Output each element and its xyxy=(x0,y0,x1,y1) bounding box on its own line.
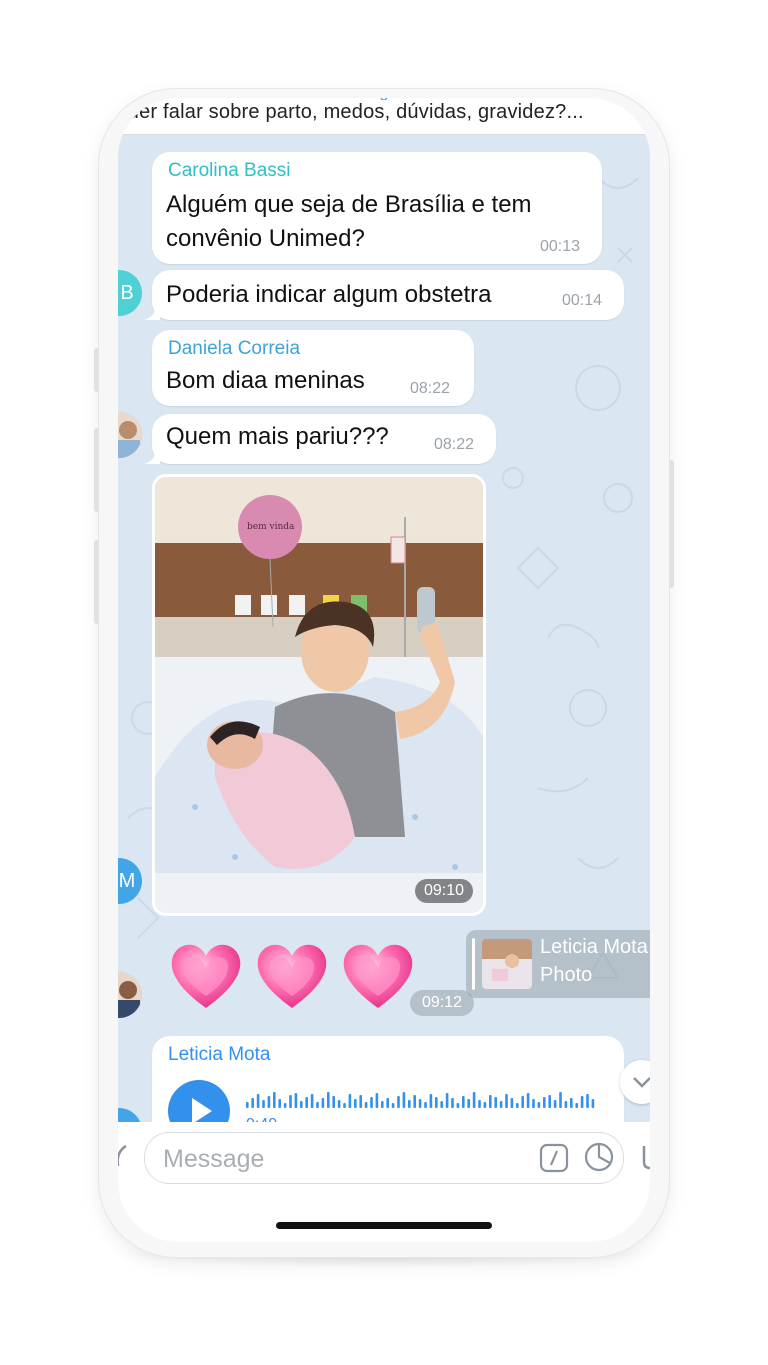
message-time: 00:13 xyxy=(540,238,581,255)
message-text: Alguém que seja de Brasília e tem xyxy=(166,191,532,218)
message-text: convênio Unimed? xyxy=(166,225,365,252)
chat-screen: g Quer falar sobre parto, medos, dúvidas… xyxy=(118,98,650,1242)
voice-waveform xyxy=(246,1092,595,1108)
scroll-down-button[interactable] xyxy=(620,1060,650,1104)
message-bubble[interactable]: Daniela Correia Bom diaa meninas 08:22 xyxy=(152,330,474,406)
sender-name[interactable]: Leticia Mota xyxy=(168,1044,270,1066)
message-input-bar: Message xyxy=(118,1122,650,1242)
command-icon[interactable] xyxy=(539,1143,569,1173)
message-bubble[interactable]: Carolina Bassi Alguém que seja de Brasíl… xyxy=(152,152,602,264)
heart-emoji[interactable] xyxy=(340,938,416,1014)
reply-thumbnail xyxy=(482,939,532,989)
pinned-text: Quer falar sobre parto, medos, dúvidas, … xyxy=(118,101,584,123)
attach-icon[interactable] xyxy=(118,1142,132,1172)
message-time: 08:22 xyxy=(434,436,475,453)
message-text: Poderia indicar algum obstetra xyxy=(166,281,492,308)
svg-text:bem vinda: bem vinda xyxy=(247,522,295,532)
reply-sender: Leticia Mota xyxy=(540,936,648,958)
volume-down-button xyxy=(94,540,99,624)
power-button xyxy=(669,460,674,588)
mic-icon[interactable] xyxy=(634,1142,650,1172)
pinned-message-bar[interactable]: g Quer falar sobre parto, medos, dúvidas… xyxy=(118,98,650,135)
volume-up-button xyxy=(94,428,99,512)
sender-name[interactable]: Daniela Correia xyxy=(168,338,300,360)
message-input[interactable]: Message xyxy=(144,1132,624,1184)
message-placeholder: Message xyxy=(163,1145,265,1173)
photo-time: 09:10 xyxy=(414,879,473,903)
sender-name[interactable]: Carolina Bassi xyxy=(168,160,291,182)
avatar-initial: M xyxy=(118,870,136,892)
sticker-icon[interactable] xyxy=(583,1141,615,1173)
message-time: 00:14 xyxy=(562,292,603,309)
pinned-title: g xyxy=(118,98,650,100)
chevron-down-icon xyxy=(633,1077,650,1088)
message-bubble[interactable]: Poderia indicar algum obstetra 00:14 xyxy=(152,270,624,320)
photo-image: bem vinda xyxy=(155,477,483,913)
reply-bar xyxy=(472,938,475,990)
message-bubble[interactable]: Quem mais pariu??? 08:22 xyxy=(152,414,496,464)
home-indicator xyxy=(276,1222,492,1229)
emoji-time: 09:12 xyxy=(410,990,474,1016)
photo-message[interactable]: bem vinda 09:10 xyxy=(152,474,486,916)
avatar-initial: B xyxy=(120,282,134,304)
message-text: Quem mais pariu??? xyxy=(166,423,389,450)
reply-preview[interactable]: Leticia Mota Photo xyxy=(466,930,650,998)
reply-type: Photo xyxy=(540,964,593,986)
message-text: Bom diaa meninas xyxy=(166,367,365,394)
heart-emoji[interactable] xyxy=(168,938,244,1014)
heart-emoji[interactable] xyxy=(254,938,330,1014)
silent-switch xyxy=(94,348,99,392)
message-time: 08:22 xyxy=(410,380,451,397)
